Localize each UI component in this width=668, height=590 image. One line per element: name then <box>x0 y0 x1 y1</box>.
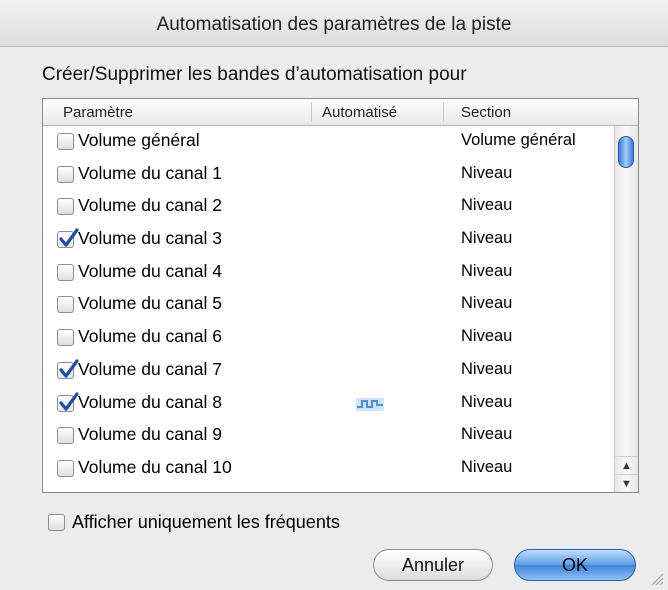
parameter-name: Volume du canal 7 <box>78 358 222 379</box>
section-name: Volume général <box>461 131 576 149</box>
parameter-name: Volume du canal 6 <box>78 326 222 347</box>
table-row[interactable]: Volume du canal 9 Niveau <box>43 420 615 453</box>
row-checkbox[interactable] <box>57 165 74 183</box>
section-name: Niveau <box>461 196 513 215</box>
vertical-scrollbar[interactable]: ▲ ▼ <box>614 126 638 492</box>
parameter-list[interactable]: Paramètre Automatisé Section Volume géné… <box>42 98 639 493</box>
frequent-only-label: Afficher uniquement les fréquents <box>72 512 340 532</box>
table-row[interactable]: Volume du canal 7 Niveau <box>43 355 615 388</box>
frequent-only-checkbox[interactable] <box>48 514 65 531</box>
row-checkbox[interactable] <box>57 359 79 379</box>
row-checkbox[interactable] <box>57 198 74 216</box>
column-header-section[interactable]: Section <box>461 104 511 121</box>
scroll-down-arrow-icon[interactable]: ▼ <box>615 474 638 492</box>
row-checkbox[interactable] <box>57 296 74 314</box>
row-checkbox[interactable] <box>57 133 74 150</box>
section-name: Niveau <box>461 359 513 378</box>
parameter-name: Volume du canal 1 <box>78 162 222 183</box>
row-checkbox[interactable] <box>57 427 74 445</box>
resize-grip-icon[interactable] <box>650 572 664 586</box>
row-checkbox[interactable] <box>57 391 79 412</box>
table-row[interactable]: Volume du canal 1 Niveau <box>43 159 615 192</box>
parameter-name: Volume du canal 4 <box>78 260 222 281</box>
checkmark-icon <box>59 228 79 247</box>
scrollbar-thumb[interactable] <box>618 136 634 168</box>
parameter-name: Volume du canal 2 <box>78 195 222 216</box>
row-checkbox[interactable] <box>57 263 74 281</box>
section-name: Niveau <box>461 327 513 346</box>
automation-waveform-icon <box>355 394 385 419</box>
checkmark-icon <box>59 359 79 378</box>
section-name: Niveau <box>461 229 513 248</box>
section-name: Niveau <box>461 392 513 411</box>
parameter-name: Volume du canal 8 <box>78 391 222 412</box>
table-row[interactable]: Volume du canal 2 Niveau <box>43 191 615 224</box>
section-name: Niveau <box>461 457 513 476</box>
parameter-name: Volume du canal 9 <box>78 424 222 445</box>
column-header-automatise[interactable]: Automatisé <box>322 104 397 121</box>
title-bar[interactable]: Automatisation des paramètres de la pist… <box>0 0 668 47</box>
table-row[interactable]: Volume du canal 5 Niveau <box>43 289 615 322</box>
parameter-name: Volume du canal 3 <box>78 228 222 249</box>
table-row[interactable]: Volume du canal 8 Niveau <box>43 388 615 421</box>
table-row[interactable]: Volume du canal 10 Niveau <box>43 453 615 486</box>
dialog-subtitle: Créer/Supprimer les bandes d’automatisat… <box>42 64 467 85</box>
cancel-button[interactable]: Annuler <box>373 549 493 581</box>
row-checkbox[interactable] <box>57 329 74 347</box>
list-header: Paramètre Automatisé Section <box>43 99 638 126</box>
parameter-name: Volume du canal 10 <box>78 456 232 477</box>
column-header-parametre[interactable]: Paramètre <box>63 104 133 121</box>
section-name: Niveau <box>461 294 513 313</box>
parameter-name: Volume général <box>78 130 200 150</box>
table-row[interactable]: Volume du canal 3 Niveau <box>43 224 615 257</box>
ok-button[interactable]: OK <box>514 549 636 581</box>
section-name: Niveau <box>461 425 513 444</box>
scroll-up-arrow-icon[interactable]: ▲ <box>615 456 638 475</box>
table-row[interactable]: Volume du canal 4 Niveau <box>43 257 615 290</box>
window-title: Automatisation des paramètres de la pist… <box>156 14 512 35</box>
row-checkbox[interactable] <box>57 459 74 477</box>
table-row[interactable]: Volume du canal 6 Niveau <box>43 322 615 355</box>
section-name: Niveau <box>461 163 513 182</box>
row-checkbox[interactable] <box>57 228 79 249</box>
checkmark-icon <box>59 391 79 411</box>
automation-dialog: Automatisation des paramètres de la pist… <box>0 0 668 590</box>
table-row[interactable]: Volume général Volume général <box>43 126 615 159</box>
section-name: Niveau <box>461 261 513 280</box>
parameter-name: Volume du canal 5 <box>78 293 222 314</box>
list-rows: Volume général Volume général Volume du ca… <box>43 126 615 486</box>
